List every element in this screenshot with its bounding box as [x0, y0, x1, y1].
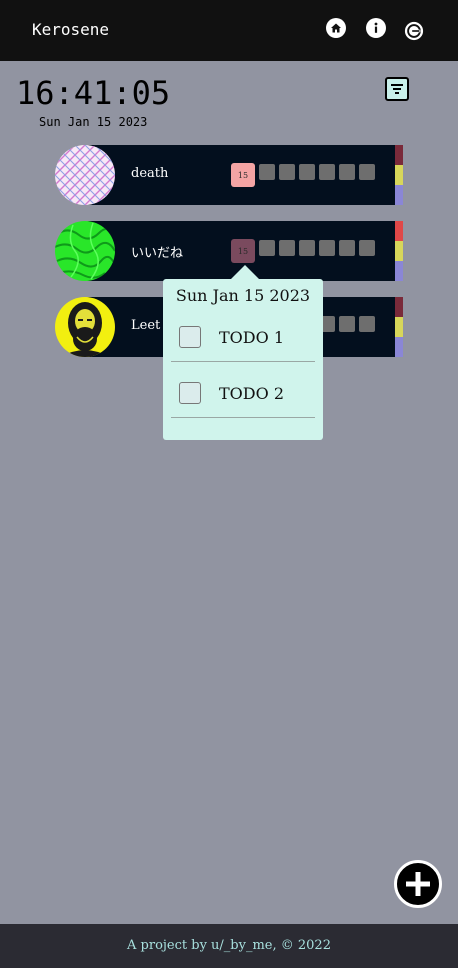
stripe-top	[395, 221, 403, 241]
habit-color-stripes	[395, 145, 403, 205]
app-title: Kerosene	[32, 20, 110, 39]
day-cell-today[interactable]: 15	[231, 163, 255, 187]
todo-checkbox[interactable]	[179, 382, 201, 404]
stripe-middle	[395, 165, 403, 185]
habit-color-stripes	[395, 297, 403, 357]
stripe-top	[395, 145, 403, 165]
day-cell[interactable]	[339, 240, 355, 256]
popup-arrow	[231, 265, 259, 279]
popup-date: Sun Jan 15 2023	[175, 286, 311, 305]
stripe-middle	[395, 241, 403, 261]
day-cell[interactable]	[259, 164, 275, 180]
day-cell[interactable]	[299, 164, 315, 180]
todo-checkbox[interactable]	[179, 326, 201, 348]
habit-avatar	[55, 221, 115, 281]
day-cell[interactable]	[259, 240, 275, 256]
day-cell[interactable]	[359, 240, 375, 256]
day-cell[interactable]	[339, 164, 355, 180]
todo-item[interactable]: TODO 2	[171, 371, 315, 418]
habit-avatar	[55, 145, 115, 205]
info-icon[interactable]	[366, 18, 386, 38]
todo-label: TODO 2	[219, 384, 284, 403]
footer: A project by u/_by_me, © 2022	[0, 924, 458, 968]
plus-icon	[406, 872, 430, 896]
filter-button[interactable]	[385, 77, 409, 101]
clock-time: 16:41:05	[16, 74, 171, 112]
logout-icon[interactable]	[404, 21, 424, 41]
day-cell[interactable]	[339, 316, 355, 332]
todo-item[interactable]: TODO 1	[171, 315, 315, 362]
add-habit-button[interactable]	[394, 860, 442, 908]
day-cell[interactable]	[359, 164, 375, 180]
habit-card-iidane[interactable]: いいだね 15	[55, 221, 403, 281]
stripe-top	[395, 297, 403, 317]
clock-date: Sun Jan 15 2023	[39, 115, 148, 129]
day-cell[interactable]	[319, 240, 335, 256]
habit-name: death	[131, 166, 169, 181]
stripe-middle	[395, 317, 403, 337]
home-icon[interactable]	[326, 18, 346, 38]
stripe-bottom	[395, 337, 403, 357]
day-cell[interactable]	[279, 240, 295, 256]
day-cell[interactable]	[319, 164, 335, 180]
habit-avatar	[55, 297, 115, 357]
stripe-bottom	[395, 261, 403, 281]
footer-text[interactable]: A project by u/_by_me, © 2022	[0, 938, 458, 953]
day-cell[interactable]	[279, 164, 295, 180]
todo-popup: Sun Jan 15 2023 TODO 1 TODO 2	[163, 265, 323, 440]
top-bar: Kerosene	[0, 0, 458, 61]
habit-color-stripes	[395, 221, 403, 281]
day-cell-today[interactable]: 15	[231, 239, 255, 263]
todo-label: TODO 1	[219, 328, 284, 347]
day-cell[interactable]	[359, 316, 375, 332]
filter-icon	[391, 84, 403, 94]
habit-name: いいだね	[131, 246, 184, 261]
habit-card-death[interactable]: death 15	[55, 145, 403, 205]
stripe-bottom	[395, 185, 403, 205]
day-cell[interactable]	[299, 240, 315, 256]
